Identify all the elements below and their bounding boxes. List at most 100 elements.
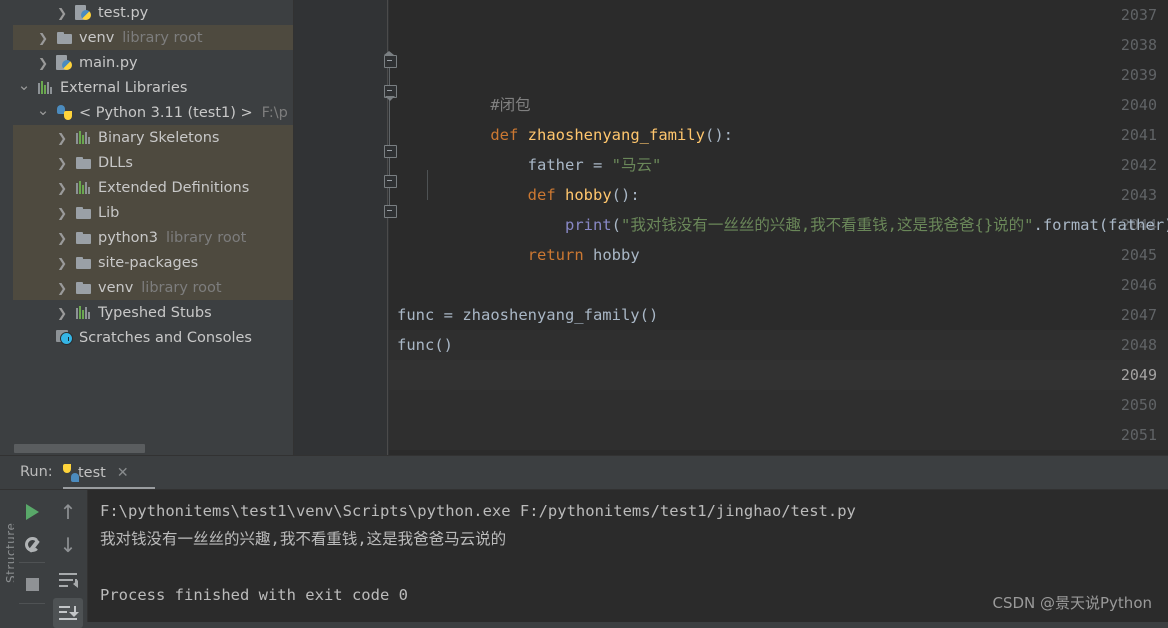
tree-row-venv[interactable]: ❯ venv library root (13, 275, 294, 300)
chevron-right-icon[interactable]: ❯ (32, 57, 54, 69)
arrow-down-icon: ↓ (60, 535, 77, 555)
scroll-to-end-icon (59, 606, 77, 621)
tree-row-label: venv (98, 280, 133, 296)
tree-hscrollbar-thumb[interactable] (14, 444, 145, 453)
tree-row-scratches-and-consoles[interactable]: Scratches and Consoles (13, 325, 294, 350)
tree-row-typeshed-stubs[interactable]: ❯ Typeshed Stubs (13, 300, 294, 325)
folder-icon (73, 157, 93, 169)
python-file-icon (73, 5, 93, 20)
folder-icon (73, 257, 93, 269)
string-literal: "我对钱没有一丝丝的兴趣,我不看重钱,这是我爸爸{}说的" (621, 216, 1034, 234)
code-line-2048[interactable]: func() (397, 330, 453, 360)
console-line: 我对钱没有一丝丝的兴趣,我不看重钱,这是我爸爸马云说的 (100, 525, 506, 553)
chevron-right-icon[interactable]: ❯ (51, 307, 73, 319)
structure-tool-strip[interactable]: Structure (0, 490, 13, 622)
scroll-to-end-button[interactable] (53, 598, 83, 628)
soft-wrap-icon (59, 573, 77, 587)
wrench-icon (24, 537, 41, 554)
editor-gutter[interactable] (294, 0, 389, 455)
project-tree-panel[interactable]: ❯ test.py ❯ venv library root ❯main.py⌄Extern… (0, 0, 294, 455)
tree-row-test-py[interactable]: ❯ test.py (13, 0, 294, 25)
run-console-output[interactable]: F:\pythonitems\test1\venv\Scripts\python… (88, 490, 1168, 622)
code-editor[interactable]: 2037 2038 2039 2040 2041 2042 2043 2044 … (294, 0, 1168, 455)
tree-left-strip (0, 0, 13, 438)
tree-row-label: Binary Skeletons (98, 130, 219, 146)
chevron-right-icon[interactable]: ❯ (51, 257, 73, 269)
tree-row-dlls[interactable]: ❯ DLLs (13, 150, 294, 175)
run-panel: Run: test ✕ Structure (0, 456, 1168, 622)
next-occurrence-button[interactable]: ↓ (53, 530, 83, 560)
chevron-right-icon[interactable]: ❯ (32, 32, 54, 44)
console-line: F:\pythonitems\test1\venv\Scripts\python… (100, 497, 856, 525)
chevron-right-icon[interactable]: ❯ (51, 132, 73, 144)
tree-row-python3[interactable]: ❯ python3 library root (13, 225, 294, 250)
folder-icon (73, 232, 93, 244)
chevron-right-icon[interactable]: ❯ (51, 232, 73, 244)
folder-icon (73, 282, 93, 294)
run-toolbar-primary (14, 490, 49, 622)
name-hobby: hobby (593, 246, 640, 264)
tree-row-label: Extended Definitions (98, 180, 249, 196)
close-icon[interactable]: ✕ (117, 465, 129, 481)
chevron-down-icon[interactable]: ⌄ (32, 103, 54, 118)
chevron-right-icon[interactable]: ❯ (51, 207, 73, 219)
tree-row-extended-definitions[interactable]: ❯ Extended Definitions (13, 175, 294, 200)
chevron-right-icon[interactable]: ❯ (51, 7, 73, 19)
run-panel-header: Run: test ✕ (0, 456, 1168, 489)
tree-row-lib[interactable]: ❯ Lib (13, 200, 294, 225)
library-icon (35, 81, 55, 94)
tree-row-main-py[interactable]: ❯main.py (13, 50, 294, 75)
tree-row-python-3-11-test1[interactable]: ⌄< Python 3.11 (test1) >F:\p (13, 100, 294, 125)
tree-row-label: Lib (98, 205, 119, 221)
run-toolbar-secondary: ↑ ↓ (49, 490, 87, 622)
code-line-2043[interactable]: print("我对钱没有一丝丝的兴趣,我不看重钱,这是我爸爸{}说的".form… (397, 180, 1168, 210)
scratches-icon (54, 330, 74, 345)
run-label: Run: (20, 464, 53, 480)
top-area: ❯ test.py ❯ venv library root ❯main.py⌄Extern… (0, 0, 1168, 455)
chevron-right-icon[interactable]: ❯ (51, 157, 73, 169)
project-tree-list[interactable]: ❯ test.py ❯ venv library root ❯main.py⌄Extern… (13, 0, 294, 438)
previous-occurrence-button[interactable]: ↑ (53, 497, 83, 527)
folder-icon (73, 207, 93, 219)
format-call: .format(father)) (1034, 216, 1168, 234)
library-icon (73, 306, 93, 319)
tree-row-badge: library root (166, 230, 246, 246)
chevron-right-icon[interactable]: ❯ (51, 282, 73, 294)
chevron-right-icon[interactable]: ❯ (51, 182, 73, 194)
tree-row-badge: library root (122, 30, 202, 46)
tree-row-site-packages[interactable]: ❯site-packages (13, 250, 294, 275)
tree-row-label: python3 (98, 230, 158, 246)
toolbar-divider (19, 603, 45, 604)
tree-row-label: Typeshed Stubs (98, 305, 212, 321)
library-icon (73, 181, 93, 194)
code-line-2044[interactable]: return hobby (397, 210, 640, 240)
run-tab-label: test (78, 465, 106, 481)
code-line-2039[interactable]: #闭包 (397, 60, 531, 90)
tree-row-label: DLLs (98, 155, 133, 171)
arrow-up-icon: ↑ (60, 502, 77, 522)
code-line-2042[interactable]: def hobby(): (397, 150, 640, 180)
python-file-icon (54, 55, 74, 70)
tree-row-binary-skeletons[interactable]: ❯ Binary Skeletons (13, 125, 294, 150)
tree-row-label: venv (79, 30, 114, 46)
code-text-area[interactable]: #闭包 def zhaoshenyang_family(): father = … (389, 0, 1168, 455)
tree-row-label: test.py (98, 5, 148, 21)
code-line-2040[interactable]: def zhaoshenyang_family(): (397, 90, 733, 120)
code-line-2047[interactable]: func = zhaoshenyang_family() (397, 300, 658, 330)
run-tab-test[interactable]: test ✕ (63, 460, 137, 486)
code-line-2041[interactable]: father = "马云" (397, 120, 661, 150)
tree-row-badge: library root (141, 280, 221, 296)
python-icon (54, 105, 74, 120)
library-icon (73, 131, 93, 144)
soft-wrap-button[interactable] (53, 565, 83, 595)
settings-button[interactable] (17, 530, 47, 560)
stop-button[interactable] (17, 569, 47, 599)
run-button[interactable] (17, 497, 47, 527)
tree-row-venv[interactable]: ❯ venv library root (13, 25, 294, 50)
watermark: CSDN @景天说Python (992, 592, 1152, 613)
keyword-return: return (528, 246, 584, 264)
tree-row-label: Scratches and Consoles (79, 330, 252, 346)
tree-row-external-libraries[interactable]: ⌄External Libraries (13, 75, 294, 100)
stop-icon (26, 578, 39, 591)
chevron-down-icon[interactable]: ⌄ (13, 78, 35, 93)
